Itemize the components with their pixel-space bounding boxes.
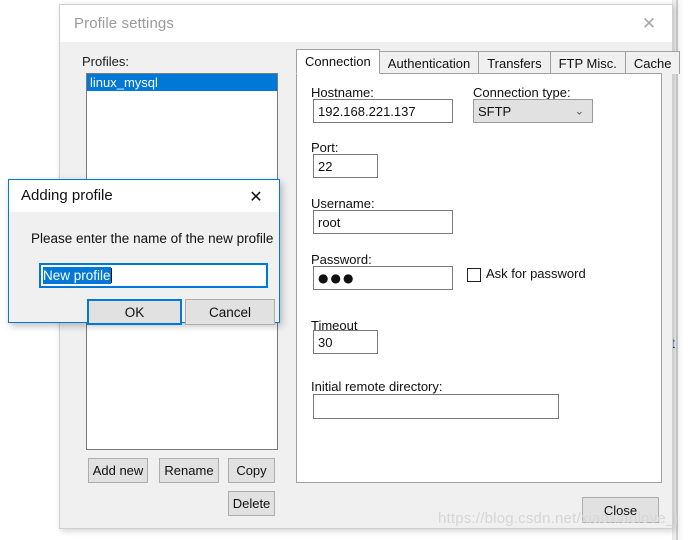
connection-type-label: Connection type: [473, 85, 571, 100]
chevron-down-icon: ⌄ [574, 104, 584, 118]
initial-remote-directory-input[interactable] [313, 394, 559, 419]
dialog-close-icon[interactable]: ✕ [235, 180, 277, 212]
connection-type-value: SFTP [478, 103, 512, 119]
profile-name-input-value: New profile [43, 267, 111, 284]
password-label: Password: [311, 252, 372, 267]
desktop-background-divider [676, 0, 678, 540]
rename-button[interactable]: Rename [159, 458, 219, 483]
tab-connection[interactable]: Connection [296, 49, 380, 74]
text-caret [110, 268, 112, 283]
connection-type-select[interactable]: SFTP ⌄ [473, 99, 593, 123]
profile-name-input[interactable]: New profile [39, 263, 268, 288]
list-item[interactable]: linux_mysql [87, 74, 277, 91]
window-title: Profile settings [74, 15, 174, 32]
tab-cache[interactable]: Cache [624, 51, 681, 74]
dialog-title: Adding profile [21, 187, 113, 204]
dialog-titlebar: Adding profile ✕ [9, 180, 279, 212]
tab-ftp-misc[interactable]: FTP Misc. [549, 51, 626, 74]
username-input[interactable]: root [313, 210, 453, 234]
add-new-button[interactable]: Add new [88, 458, 148, 483]
ok-button[interactable]: OK [87, 299, 182, 325]
timeout-input[interactable]: 30 [313, 330, 378, 354]
window-titlebar: Profile settings ✕ [60, 5, 672, 43]
delete-button[interactable]: Delete [228, 491, 275, 516]
window-close-icon[interactable]: ✕ [626, 5, 672, 42]
port-label: Port: [311, 140, 339, 155]
tab-strip: Connection Authentication Transfers FTP … [296, 49, 681, 74]
copy-button[interactable]: Copy [228, 458, 275, 483]
initial-remote-directory-label: Initial remote directory: [311, 379, 443, 394]
ask-for-password-checkbox[interactable] [467, 268, 481, 282]
tab-transfers[interactable]: Transfers [478, 51, 551, 74]
adding-profile-dialog: Adding profile ✕ Please enter the name o… [8, 179, 280, 325]
port-input[interactable]: 22 [313, 154, 378, 178]
password-input[interactable]: ●●● [313, 266, 453, 290]
hostname-input[interactable]: 192.168.221.137 [313, 99, 453, 123]
hostname-label: Hostname: [311, 85, 374, 100]
cancel-button[interactable]: Cancel [185, 299, 275, 325]
profiles-label: Profiles: [82, 54, 129, 69]
desktop-background-strip [672, 0, 689, 540]
close-button[interactable]: Close [582, 497, 659, 523]
tab-authentication[interactable]: Authentication [378, 51, 480, 74]
dialog-message: Please enter the name of the new profile [31, 231, 274, 246]
username-label: Username: [311, 196, 375, 211]
ask-for-password-label: Ask for password [486, 266, 586, 281]
